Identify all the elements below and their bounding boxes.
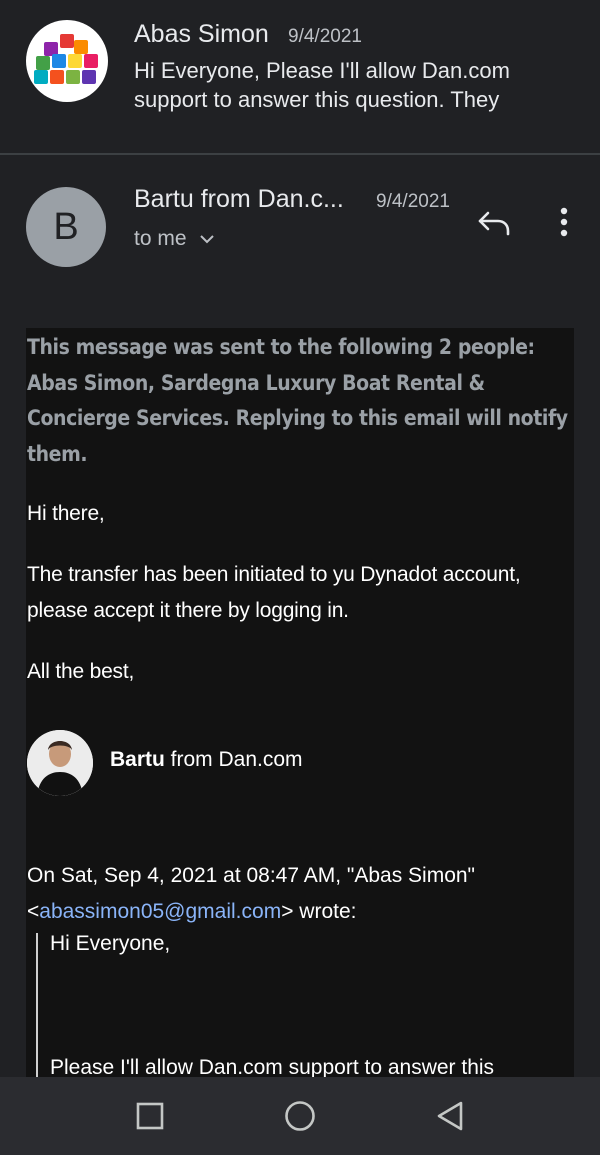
signature-name: Bartu [110,748,165,771]
signature-avatar-photo [27,730,93,796]
signature-text: Bartu from Dan.com [110,748,303,772]
greeting-text: Hi there, [27,502,105,525]
more-vert-icon[interactable] [548,203,580,243]
recipient-details-toggle[interactable]: to me [134,227,215,251]
reply-icon[interactable] [474,203,514,243]
message-date: 9/4/2021 [376,191,450,212]
square-icon[interactable] [130,1096,170,1136]
sender-avatar-letter[interactable]: B [26,187,106,267]
recipient-label: to me [134,227,187,250]
chevron-down-icon [199,235,214,244]
quote-bar [36,933,38,1088]
thread-snippet: Hi Everyone, Please I'll allow Dan.com s… [134,58,510,112]
triangle-back-icon[interactable] [430,1096,470,1136]
thread-sender-name: Abas Simon [134,20,269,48]
sender-avatar-image [26,20,108,102]
quote-header: On Sat, Sep 4, 2021 at 08:47 AM, "Abas S… [27,864,476,923]
circle-icon[interactable] [280,1096,320,1136]
system-nav-bar [0,1077,600,1155]
thread-item-abas-simon[interactable]: Abas Simon 9/4/2021 Hi Everyone, Please … [0,0,600,153]
closing-text: All the best, [27,660,135,683]
colorful-cubes-logo [34,34,100,90]
signature-company: from Dan.com [164,748,303,771]
message-header: B Bartu from Dan.c... 9/4/2021 to me [0,155,600,325]
body-text: The transfer has been initiated to yu Dy… [27,563,521,622]
recipients-notice: This message was sent to the following 2… [27,335,568,466]
quote-line-1: Hi Everyone, [50,932,171,955]
message-sender-name: Bartu from Dan.c... [134,185,344,213]
thread-date: 9/4/2021 [288,26,362,47]
message-body: This message was sent to the following 2… [26,328,574,1088]
quote-email-link[interactable]: abassimon05@gmail.com [39,900,281,923]
